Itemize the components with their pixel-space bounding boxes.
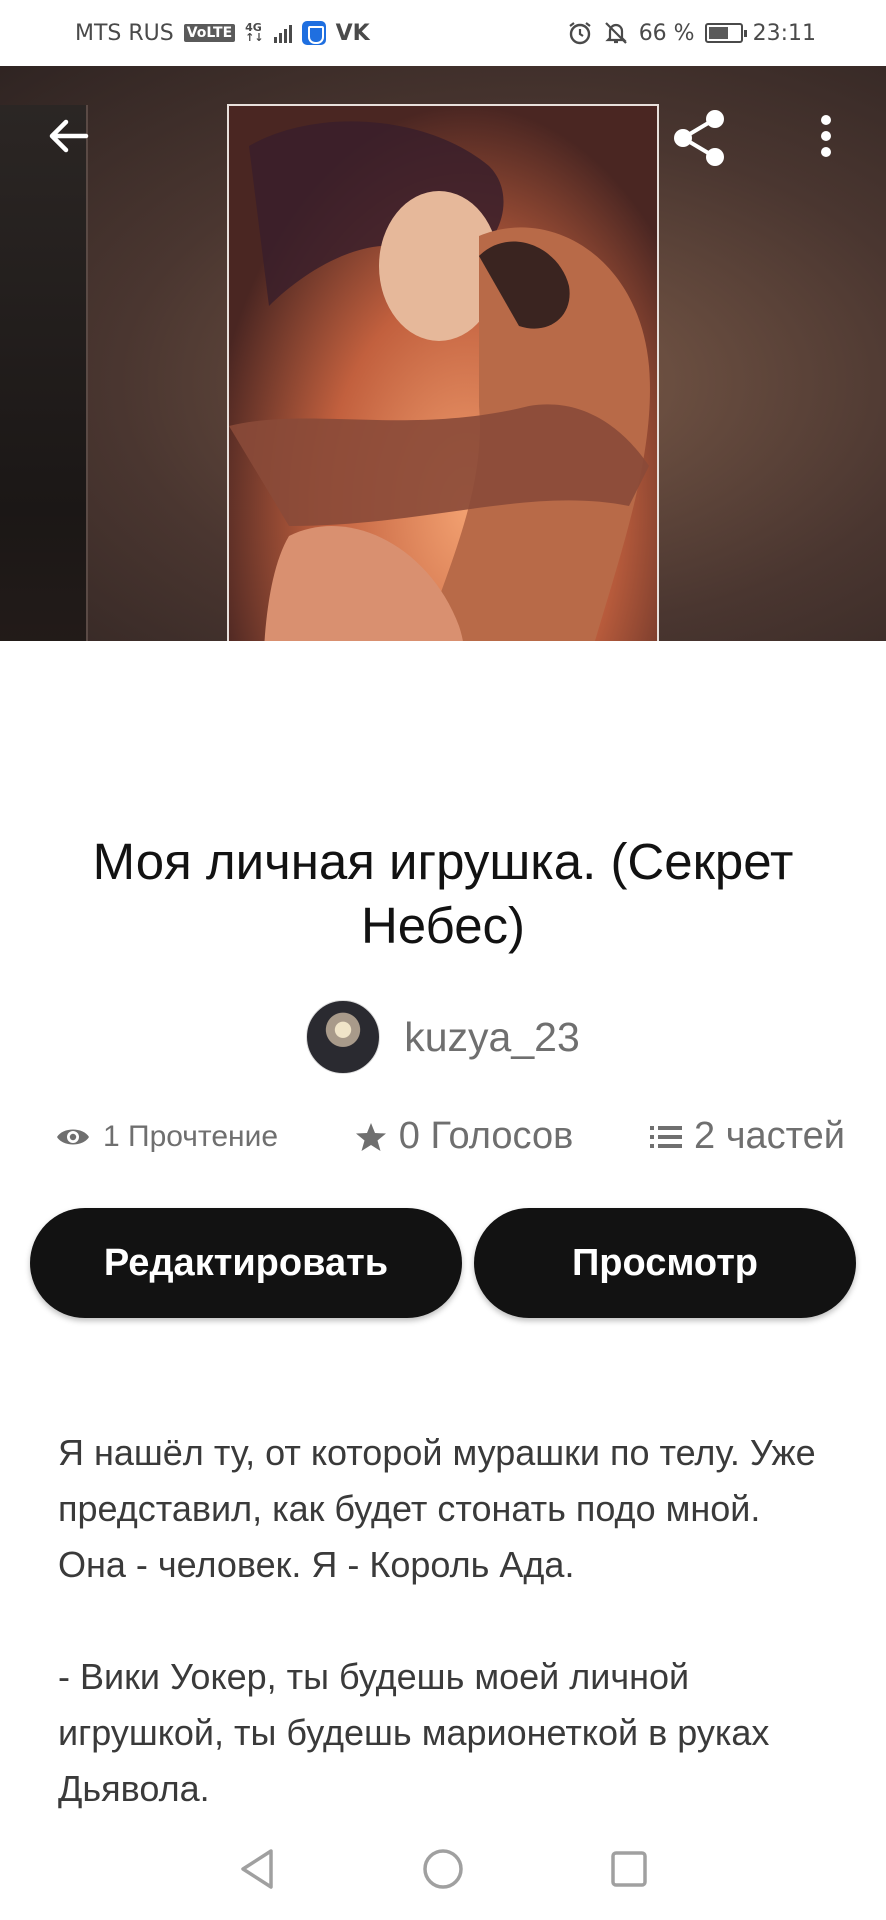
alarm-icon bbox=[569, 22, 591, 45]
more-vertical-icon bbox=[821, 115, 831, 157]
story-description: Я нашёл ту, от которой мурашки по телу. … bbox=[58, 1425, 838, 1873]
nav-recents-icon bbox=[611, 1851, 647, 1887]
notifications-off-icon bbox=[604, 22, 627, 44]
eye-icon bbox=[55, 1125, 91, 1149]
vk-icon: VK bbox=[335, 20, 370, 46]
star-icon bbox=[355, 1121, 387, 1153]
network-type-icon: 4G ↑↓ bbox=[245, 22, 264, 44]
reads-stat: 1 Прочтение bbox=[55, 1120, 278, 1154]
description-paragraph: Я нашёл ту, от которой мурашки по телу. … bbox=[58, 1432, 816, 1585]
reads-count: 1 Прочтение bbox=[103, 1119, 279, 1153]
cover-bottom-spacer bbox=[0, 641, 886, 781]
status-right: 66 % 23:11 bbox=[567, 20, 816, 46]
nav-back-button[interactable] bbox=[234, 1846, 280, 1892]
battery-percent: 66 % bbox=[638, 20, 695, 46]
preview-button[interactable]: Просмотр bbox=[474, 1208, 856, 1318]
parts-count: 2 частей bbox=[694, 1115, 845, 1157]
story-title: Моя личная игрушка. (Секрет Небес) bbox=[92, 833, 794, 954]
author-row[interactable]: kuzya_23 bbox=[0, 1000, 886, 1074]
parts-stat: 2 частей bbox=[650, 1115, 845, 1158]
signal-icon bbox=[273, 23, 292, 43]
share-icon bbox=[674, 110, 724, 166]
battery-level bbox=[708, 27, 729, 39]
back-button[interactable] bbox=[40, 108, 96, 164]
system-navigation-bar bbox=[0, 1818, 886, 1920]
votes-count: 0 Голосов bbox=[398, 1115, 574, 1157]
app-shield-icon bbox=[301, 21, 326, 45]
nav-recents-button[interactable] bbox=[606, 1846, 652, 1892]
more-options-button[interactable] bbox=[806, 108, 846, 164]
author-avatar[interactable] bbox=[306, 1000, 381, 1074]
battery-icon bbox=[704, 23, 747, 43]
share-button[interactable] bbox=[668, 106, 732, 170]
story-stats: 1 Прочтение 0 Голосов 2 частей bbox=[55, 1115, 845, 1158]
network-arrows: ↑↓ bbox=[245, 31, 264, 44]
status-left: MTS RUS VoLTE 4G ↑↓ VK bbox=[75, 21, 370, 46]
status-bar: MTS RUS VoLTE 4G ↑↓ VK 66 % 23:11 bbox=[0, 0, 886, 66]
volte-icon: VoLTE bbox=[183, 24, 236, 42]
clock: 23:11 bbox=[752, 20, 816, 46]
description-paragraph: - Вики Уокер, ты будешь моей личной игру… bbox=[58, 1656, 770, 1809]
edit-button[interactable]: Редактировать bbox=[30, 1208, 462, 1318]
author-name[interactable]: kuzya_23 bbox=[404, 1014, 580, 1061]
nav-home-icon bbox=[423, 1849, 463, 1889]
nav-home-button[interactable] bbox=[420, 1846, 466, 1892]
back-arrow-icon bbox=[49, 119, 89, 153]
list-icon bbox=[650, 1123, 683, 1151]
carrier-name: MTS RUS bbox=[75, 20, 174, 46]
nav-back-icon bbox=[241, 1849, 273, 1889]
votes-stat: 0 Голосов bbox=[355, 1115, 574, 1158]
